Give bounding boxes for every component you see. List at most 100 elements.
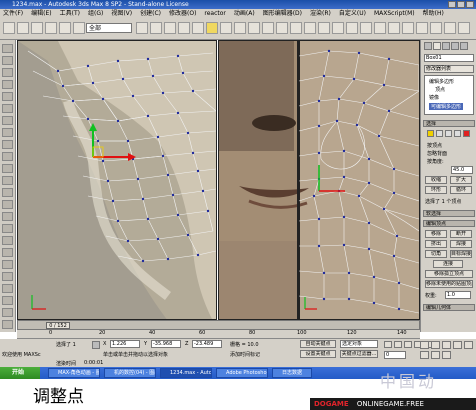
tool-icon-6[interactable] [2,104,13,113]
tool-icon-9[interactable] [2,140,13,149]
reference-coordinate-icon[interactable] [234,22,246,34]
motion-tab-icon[interactable] [451,42,459,50]
target-weld-button[interactable]: 目标焊接 [450,250,472,258]
grow-button[interactable]: 扩大 [450,176,472,184]
tool-icon-22[interactable] [2,296,13,305]
tool-icon-8[interactable] [2,128,13,137]
right-viewport[interactable] [218,40,420,320]
weld-button[interactable]: 焊接 [450,240,472,248]
tool-icon-4[interactable] [2,80,13,89]
menu-group[interactable]: 组(G) [88,9,103,18]
y-coordinate-field[interactable]: -35.968 [151,340,181,348]
undo-icon[interactable] [3,22,15,34]
time-slider-thumb[interactable]: 0 / 152 [46,322,70,329]
zoom-extents-all-icon[interactable] [453,341,462,349]
auto-key-button[interactable]: 自动关键点 [300,340,336,348]
redo-icon[interactable] [17,22,29,34]
ignore-backfacing-checkbox[interactable]: 忽略背面 [427,150,447,157]
modify-tab-icon[interactable] [433,42,441,50]
minimize-button[interactable] [448,1,456,8]
start-button[interactable]: 开始 [0,367,40,379]
tool-icon-15[interactable] [2,212,13,221]
left-viewport[interactable] [17,40,217,320]
angle-snap-icon[interactable] [290,22,302,34]
set-key-button[interactable]: 设置关键点 [300,350,336,358]
menu-views[interactable]: 视图(V) [111,9,132,18]
tool-icon-13[interactable] [2,188,13,197]
pivot-center-icon[interactable] [248,22,260,34]
extrude-button[interactable]: 挤出 [425,240,447,248]
tool-icon-2[interactable] [2,56,13,65]
move-gizmo-icon[interactable] [206,22,218,34]
key-filters-button[interactable]: 关键点过滤器... [340,350,378,358]
edit-vertices-rollout[interactable]: 编辑顶点 [423,220,475,227]
menu-edit[interactable]: 编辑(E) [31,9,51,18]
pan-icon[interactable] [420,351,429,359]
object-name-field[interactable]: Box01 [424,54,474,62]
menu-reactor[interactable]: reactor [204,9,226,18]
quick-render-icon[interactable] [416,22,428,34]
z-coordinate-field[interactable]: -23.489 [192,340,222,348]
add-time-tag[interactable]: 添加时间标记 [230,351,260,358]
menu-create[interactable]: 创建(C) [140,9,161,18]
go-to-start-icon[interactable] [384,341,392,348]
edge-mode-icon[interactable] [436,130,443,137]
play-icon[interactable] [404,341,412,348]
curve-editor-icon[interactable] [360,22,372,34]
tool-icon-24[interactable] [2,320,13,329]
stack-item-edit-poly[interactable]: 编辑多边形 [429,78,454,85]
tool-icon-1[interactable] [2,44,13,53]
mirror-icon[interactable] [318,22,330,34]
select-manipulate-icon[interactable] [262,22,274,34]
create-tab-icon[interactable] [424,42,432,50]
align-icon[interactable] [332,22,344,34]
link-icon[interactable] [31,22,43,34]
chamfer-button[interactable]: 切角 [425,250,447,258]
current-frame-field[interactable]: 0 [384,351,406,359]
taskbar-item[interactable]: 机的数控(04) - 图画 [104,368,156,378]
close-button[interactable] [466,1,474,8]
loop-button[interactable]: 循环 [450,186,472,194]
render-last-icon[interactable] [444,22,456,34]
shrink-button[interactable]: 收缩 [425,176,447,184]
by-angle-checkbox[interactable]: 按角度: [427,158,444,165]
menu-graph-editors[interactable]: 图形编辑器(D) [263,9,302,18]
key-filter-dropdown[interactable]: 选定对象 [340,340,378,348]
maxscript-listener[interactable]: 欢迎使用 MAXSc [2,351,54,358]
weight-spinner[interactable]: 1.0 [445,291,471,299]
soft-selection-rollout[interactable]: 软选择 [423,210,475,217]
tool-icon-23[interactable] [2,308,13,317]
tool-icon-21[interactable] [2,284,13,293]
lock-selection-icon[interactable] [92,341,100,349]
menu-help[interactable]: 帮助(H) [423,9,444,18]
tool-icon-14[interactable] [2,200,13,209]
element-mode-icon[interactable] [463,130,470,137]
maximize-button[interactable] [457,1,465,8]
stack-item-editable-poly[interactable]: 可编辑多边形 [429,103,464,110]
time-slider[interactable]: 0 / 152 [17,320,420,330]
polygon-mode-icon[interactable] [454,130,461,137]
vertex-mode-icon[interactable] [427,130,434,137]
select-object-icon[interactable] [73,22,85,34]
unlink-icon[interactable] [45,22,57,34]
remove-button[interactable]: 移除 [425,230,447,238]
bind-spacewarp-icon[interactable] [59,22,71,34]
window-crossing-icon[interactable] [164,22,176,34]
zoom-icon[interactable] [420,341,429,349]
menu-file[interactable]: 文件(F) [3,9,23,18]
material-editor-icon[interactable] [388,22,400,34]
select-by-name-icon[interactable] [136,22,148,34]
remove-unused-map-verts-button[interactable]: 移除未使用的贴图顶点 [425,280,473,288]
ring-button[interactable]: 环形 [425,186,447,194]
taskbar-item[interactable]: MAX-角色动画 - 图画 [48,368,100,378]
tool-icon-7[interactable] [2,116,13,125]
select-and-move-icon[interactable] [178,22,190,34]
percent-snap-icon[interactable] [304,22,316,34]
tool-icon-17[interactable] [2,236,13,245]
tool-icon-19[interactable] [2,260,13,269]
angle-spinner[interactable]: 45.0 [451,166,473,174]
render-type-icon[interactable] [430,22,442,34]
menu-animation[interactable]: 动画(A) [234,9,255,18]
hierarchy-tab-icon[interactable] [442,42,450,50]
selection-filter-dropdown[interactable]: 全部 [86,23,132,33]
